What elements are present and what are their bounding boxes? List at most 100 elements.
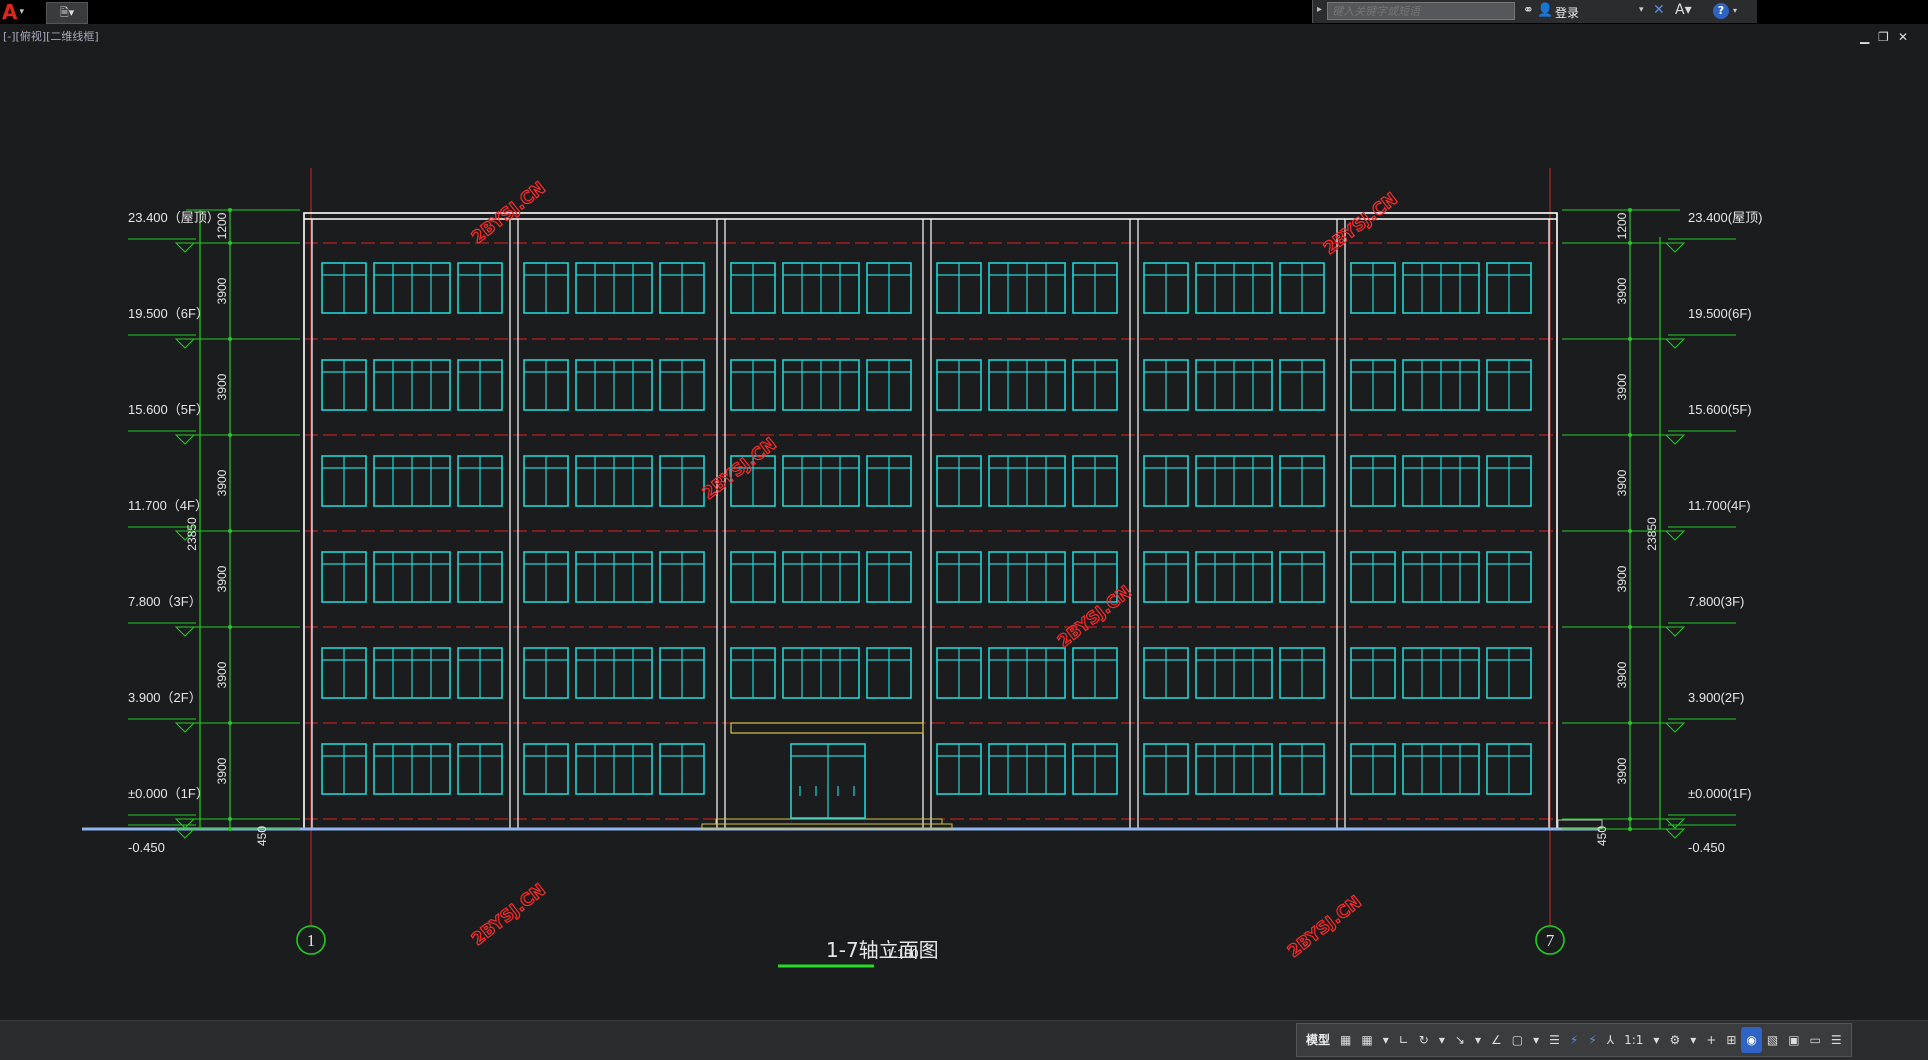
dimension-tick <box>228 208 232 212</box>
exchange-icon[interactable]: ✕ <box>1653 2 1665 18</box>
dimension-text-right: 1200 <box>1615 212 1629 239</box>
chevron-down-icon[interactable]: ▾ <box>1685 1027 1701 1053</box>
dimension-tick <box>228 241 232 245</box>
dimension-tick <box>1628 433 1632 437</box>
title-bar: A ▾ 🗎▾ ▸ ⚭ 👤 登录 ▾ ✕ A▾ ? ▾ <box>0 0 1928 24</box>
dimension-total-left: 23850 <box>185 517 199 551</box>
clean-screen-icon[interactable]: ▭ <box>1805 1027 1826 1053</box>
level-marker <box>174 242 196 253</box>
dimension-text-right: 3900 <box>1615 661 1629 688</box>
infocenter: ▸ ⚭ 👤 登录 ▾ ✕ A▾ ? ▾ <box>1312 0 1757 23</box>
chevron-down-icon[interactable]: ▾ <box>1528 1027 1544 1053</box>
dimension-text-left: 1200 <box>215 212 229 239</box>
level-label-left: ±0.000（1F） <box>128 786 209 801</box>
dimension-text-right: 3900 <box>1615 373 1629 400</box>
dimension-tick <box>1628 529 1632 533</box>
lineweight-icon[interactable]: ☰ <box>1544 1027 1565 1053</box>
customize-menu-icon[interactable]: ☰ <box>1826 1027 1847 1053</box>
ortho-icon[interactable]: ∟ <box>1394 1027 1414 1053</box>
watermark-text: 2BYSJ.CN <box>1284 892 1366 962</box>
dimension-text-right: 450 <box>1595 826 1609 846</box>
level-label-right: 15.600(5F) <box>1688 402 1752 417</box>
level-marker <box>1664 242 1686 253</box>
status-toolbar: 模型 ▦ ▦ ▾ ∟ ↻ ▾ ↘ ▾ ∠ ▢ ▾ ☰ ⚡ ⚡ ⅄ 1:1 ▾ ⚙ ▾ + ⊞ ◉ ▧ ▣ ▭ ☰ <box>1296 1023 1852 1057</box>
dimension-text-left: 3900 <box>215 565 229 592</box>
dimension-tick <box>228 827 232 831</box>
application-menu-button[interactable]: A ▾ <box>2 2 38 22</box>
level-label-right: 23.400(屋顶) <box>1688 210 1762 225</box>
fullscreen-icon[interactable]: ▣ <box>1783 1027 1804 1053</box>
dimension-tick <box>228 529 232 533</box>
dimension-tick <box>228 721 232 725</box>
level-label-left: 15.600（5F） <box>128 402 209 417</box>
login-button[interactable]: 登录 <box>1555 4 1579 21</box>
plus-icon[interactable]: + <box>1701 1027 1721 1053</box>
level-marker <box>174 626 196 637</box>
chevron-down-icon[interactable]: ▾ <box>1648 1027 1664 1053</box>
dimension-text-left: 450 <box>255 826 269 846</box>
graphics-icon[interactable]: ▧ <box>1762 1027 1783 1053</box>
polar-icon[interactable]: ↻ <box>1414 1027 1434 1053</box>
level-marker <box>1664 828 1686 839</box>
autodesk-a360-icon[interactable]: A▾ <box>1675 2 1692 18</box>
level-marker <box>1664 338 1686 349</box>
snap-icon[interactable]: ▦ <box>1356 1027 1377 1053</box>
drawing-title: 1-7轴立面图 <box>826 938 939 962</box>
help-button[interactable]: ? <box>1713 3 1729 19</box>
watermark-text: 2BYSJ.CN <box>1320 189 1402 259</box>
osnap-icon[interactable]: ↘ <box>1450 1027 1470 1053</box>
grid-icon[interactable]: ▦ <box>1335 1027 1356 1053</box>
model-tab[interactable]: 模型 <box>1301 1027 1335 1053</box>
dimension-total-right: 23850 <box>1645 517 1659 551</box>
level-marker <box>1664 626 1686 637</box>
dimension-tick <box>228 433 232 437</box>
expand-arrow-icon[interactable]: ▸ <box>1317 4 1322 15</box>
status-bar: 模型 ▦ ▦ ▾ ∟ ↻ ▾ ↘ ▾ ∠ ▢ ▾ ☰ ⚡ ⚡ ⅄ 1:1 ▾ ⚙ ▾ + ⊞ ◉ ▧ ▣ ▭ ☰ <box>0 1020 1928 1060</box>
drawing-canvas[interactable]: 23.400（屋顶） 19.500（6F） 15.600（5F） 11.700（4F）… <box>0 24 1928 1020</box>
dimension-text-left: 3900 <box>215 661 229 688</box>
level-label-left: 19.500（6F） <box>128 306 209 321</box>
chevron-down-icon[interactable]: ▾ <box>1639 5 1644 15</box>
watermark-group: 2BYSJ.CN 2BYSJ.CN2BYSJ.CN2BYSJ.CN2BYSJ.CN… <box>468 178 1403 963</box>
dimension-tick <box>228 625 232 629</box>
user-icon[interactable]: 👤 <box>1537 3 1553 18</box>
chevron-down-icon[interactable]: ▾ <box>1733 6 1737 15</box>
windows-group <box>321 262 1532 819</box>
annotation-icon[interactable]: ⚡ <box>1565 1027 1583 1053</box>
level-marker <box>174 434 196 445</box>
dimension-tick <box>228 817 232 821</box>
drawing-scale: 1:100 <box>886 946 919 961</box>
chevron-down-icon[interactable]: ▾ <box>1434 1027 1450 1053</box>
autoscale-icon[interactable]: ⅄ <box>1602 1027 1619 1053</box>
level-marker <box>1664 722 1686 733</box>
dimension-text-left: 3900 <box>215 469 229 496</box>
workspace-gear-icon[interactable]: ⚙ <box>1664 1027 1685 1053</box>
dimension-tick <box>1628 625 1632 629</box>
level-marker <box>174 338 196 349</box>
binoculars-icon[interactable]: ⚭ <box>1523 3 1534 18</box>
level-label-right: 19.500(6F) <box>1688 306 1752 321</box>
quick-access-button[interactable]: 🗎▾ <box>46 2 88 24</box>
building-elevation <box>82 212 1603 831</box>
chevron-down-icon[interactable]: ▾ <box>1378 1027 1394 1053</box>
search-input[interactable] <box>1327 2 1515 20</box>
hardware-accel-icon[interactable]: ◉ <box>1741 1027 1762 1053</box>
dimension-tick <box>228 337 232 341</box>
dimension-text-left: 3900 <box>215 373 229 400</box>
autocad-a-logo-icon: A <box>2 0 18 24</box>
otrack-icon[interactable]: ∠ <box>1486 1027 1507 1053</box>
level-marker <box>1664 818 1686 829</box>
level-labels: 23.400（屋顶） 19.500（6F） 15.600（5F） 11.700（4F）… <box>128 210 1762 855</box>
level-label-left: -0.450 <box>128 840 165 855</box>
annotation-scale[interactable]: 1:1 <box>1619 1027 1648 1053</box>
level-label-left: 3.900（2F） <box>128 690 202 705</box>
chevron-down-icon[interactable]: ▾ <box>1470 1027 1486 1053</box>
dimension-text-left: 3900 <box>215 277 229 304</box>
chevron-down-icon: ▾ <box>19 7 25 17</box>
level-marker <box>174 818 196 829</box>
annotation-icon[interactable]: ⚡ <box>1583 1027 1601 1053</box>
dimension-tick <box>1628 721 1632 725</box>
dynamic-ucs-icon[interactable]: ▢ <box>1507 1027 1528 1053</box>
isolate-icon[interactable]: ⊞ <box>1721 1027 1741 1053</box>
level-label-right: 7.800(3F) <box>1688 594 1744 609</box>
